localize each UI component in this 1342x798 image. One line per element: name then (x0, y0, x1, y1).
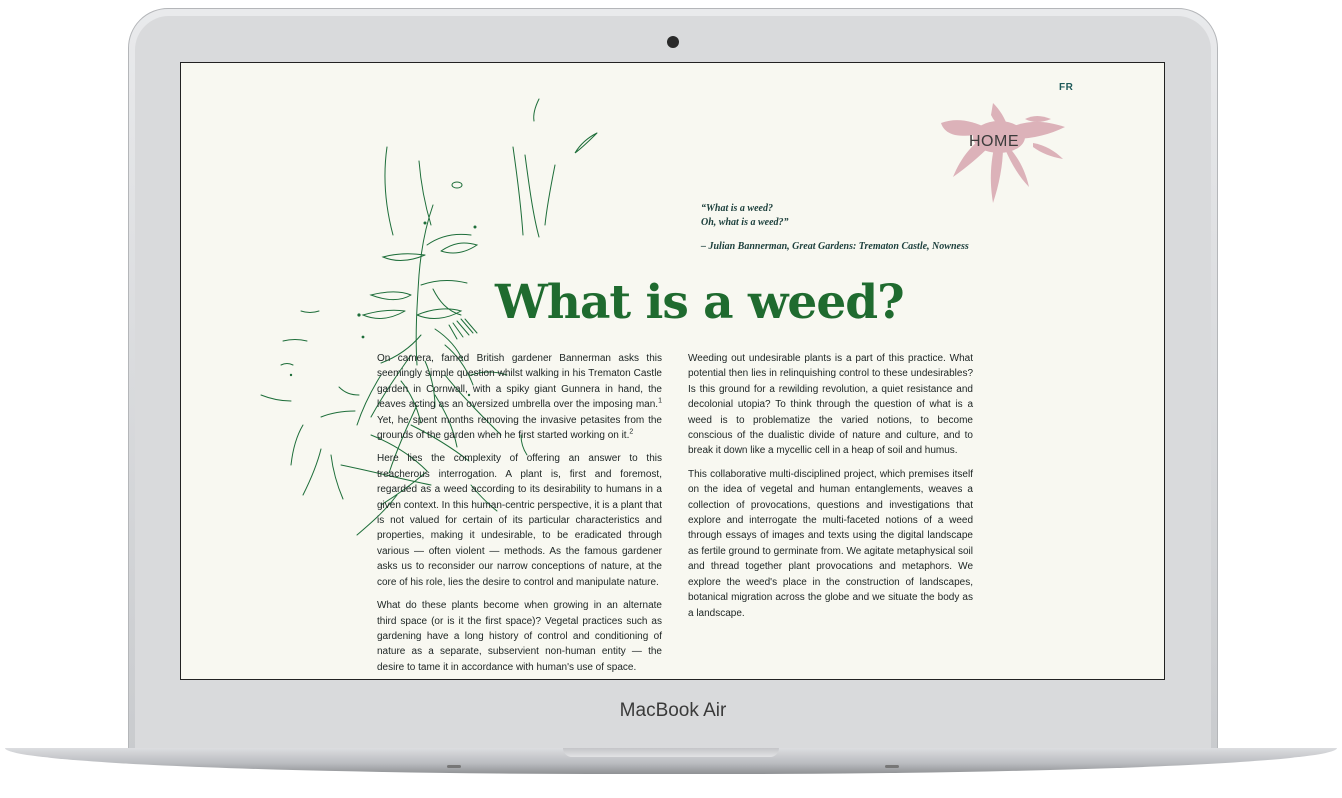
flower-icon (941, 103, 1065, 203)
camera-icon (667, 36, 679, 48)
paragraph-text: On camera, famed British gardener Banner… (377, 353, 662, 411)
home-label: HOME (969, 133, 1019, 150)
paragraph: This collaborative multi-disciplined pro… (688, 468, 973, 619)
language-toggle-fr[interactable]: FR (1059, 82, 1073, 93)
laptop-foot (885, 765, 899, 768)
paragraph: Here lies the complexity of offering an … (377, 453, 662, 588)
paragraph-text: Yet, he spent months removing the invasi… (377, 414, 662, 442)
paragraph: On camera, famed British gardener Banner… (377, 351, 662, 443)
footnote-ref-2[interactable]: 2 (629, 429, 633, 436)
epigraph-quote: “What is a weed? Oh, what is a weed?” – … (701, 202, 1021, 254)
article-column-right: Weeding out undesirable plants is a part… (688, 351, 973, 629)
quote-attribution: – Julian Bannerman, Great Gardens: Trema… (701, 241, 969, 252)
page-title: What is a weed? (495, 275, 905, 330)
laptop-notch (563, 748, 779, 757)
laptop-foot (447, 765, 461, 768)
footnote-ref-1[interactable]: 1 (658, 398, 662, 405)
article-column-left: On camera, famed British gardener Banner… (377, 351, 662, 679)
device-brand-label: MacBook Air (619, 700, 727, 721)
paragraph: Weeding out undesirable plants is a part… (688, 353, 973, 457)
quote-line-1: “What is a weed? (701, 203, 773, 214)
home-link[interactable]: HOME (933, 99, 1073, 209)
laptop-mockup: MacBook Air FR HOME “What is a weed? Oh,… (0, 0, 1342, 798)
web-page: FR HOME “What is a weed? Oh, what is a w… (180, 62, 1165, 680)
paragraph: What do these plants become when growing… (377, 600, 662, 673)
quote-line-2: Oh, what is a weed?” (701, 217, 789, 228)
